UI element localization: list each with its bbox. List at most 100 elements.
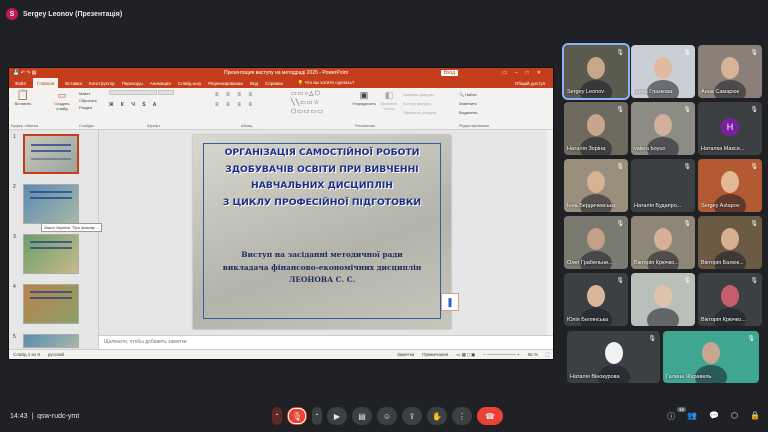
tab-file[interactable]: Файл [15, 81, 26, 86]
tab-transitions[interactable]: Переходы [122, 81, 143, 86]
zoom-slider[interactable]: – ───────── + [483, 352, 519, 357]
thumb-number: 5 [13, 334, 16, 340]
tab-insert[interactable]: Вставка [65, 81, 82, 86]
sign-in-button[interactable]: Вход [440, 70, 458, 76]
arrange-label: Упорядочить [352, 101, 376, 106]
select-button[interactable]: Выделить [459, 108, 477, 117]
group-clipboard: Буфер обмена [11, 123, 39, 128]
font-style-icons[interactable]: Ж К Ч S A [109, 102, 181, 108]
raise-hand-icon[interactable]: ✋ [427, 407, 447, 425]
quick-access-icons[interactable]: 💾 ↶ ↷ ▤ [13, 70, 37, 76]
slide-counter: Слайд 1 из 9 [13, 352, 40, 357]
participant-tile[interactable]: 🎙 Інна Бердичевська [564, 159, 628, 212]
captions-icon[interactable]: ▤ [352, 407, 372, 425]
mic-off-icon: 🎙 [616, 107, 624, 113]
shapes-gallery[interactable]: ▭▭○△⬡ ╲╲▭▭☆ ⬠▭▭▭▭ [291, 90, 347, 117]
tab-help[interactable]: Справка [265, 81, 283, 86]
status-bar: Слайд 1 из 9 русский Заметки Примечания … [9, 349, 553, 359]
new-slide-button[interactable]: ▭ Создать слайд [51, 90, 73, 111]
more-options-icon[interactable]: ⋮ [452, 407, 472, 425]
activities-icon[interactable]: ⬡ [731, 411, 738, 422]
tab-view[interactable]: Вид [250, 81, 258, 86]
tab-design[interactable]: Конструктор [89, 81, 115, 86]
zoom-level[interactable]: 65 % [528, 352, 538, 357]
bookmark-icon[interactable]: ❚ [441, 293, 459, 311]
shape-effects-button[interactable]: Эффекты фигуры [403, 108, 436, 117]
participant-tile[interactable]: 🎙 Ірина Глазкова [631, 45, 695, 98]
slide-subtitle-line: викладача фінансово-економічних дисциплі… [222, 262, 422, 272]
participant-name: Юлія Белянська [567, 317, 609, 323]
current-slide[interactable]: ОРГАНІЗАЦІЯ САМОСТІЙНОЇ РОБОТИ ЗДОБУВАЧІ… [193, 135, 451, 329]
comments-toggle[interactable]: Примечания [422, 352, 448, 357]
shape-outline-button[interactable]: Контур фигуры [403, 99, 436, 108]
share-button[interactable]: Общий доступ [515, 81, 545, 86]
participant-tile[interactable]: 🎙 Sergey Astapov [698, 159, 762, 212]
font-controls[interactable]: Ж К Ч S A [109, 90, 181, 108]
thumb-slide-2[interactable] [23, 184, 79, 224]
participant-tile[interactable]: 🎙 Олег Грабельни... [564, 216, 628, 269]
thumb-slide-4[interactable] [23, 284, 79, 324]
find-button[interactable]: 🔍 Найти [459, 90, 477, 99]
camera-options-chevron[interactable]: ⌃ [312, 407, 322, 425]
ribbon-home: 📋 Вставить ▭ Создать слайд Макет Сбросит… [9, 88, 553, 130]
slide-subtitle: Виступ на засіданні методичної ради викл… [193, 249, 451, 287]
thumb-slide-5[interactable] [23, 334, 79, 348]
tab-animation[interactable]: Анимация [150, 81, 171, 86]
reset-button[interactable]: Сбросить [79, 97, 97, 104]
mic-off-icon: 🎙 [683, 221, 691, 227]
window-controls[interactable]: ▭–□✕ [502, 70, 549, 76]
chat-icon[interactable]: 💬 [709, 411, 719, 422]
participant-tile[interactable]: 🎙 Анна Самарюк [698, 45, 762, 98]
section-button[interactable]: Раздел [79, 104, 97, 111]
mic-off-icon: 🎙 [616, 164, 624, 170]
vertical-scrollbar[interactable] [547, 130, 553, 335]
info-icon[interactable]: ⓘ [667, 411, 675, 422]
mic-muted-icon[interactable]: 🎙 [287, 407, 307, 425]
participant-tile[interactable]: 🎙 Наталія Зоріна [564, 102, 628, 155]
quick-styles-button[interactable]: ◧ Экспресс-стили [377, 90, 401, 111]
emoji-icon[interactable]: ☺ [377, 407, 397, 425]
group-paragraph: Абзац [241, 123, 253, 128]
participant-tile[interactable]: 🎙 Наталія Вінокурова [567, 331, 660, 383]
lock-icon[interactable]: 🔒 [750, 411, 760, 422]
arrange-button[interactable]: ▣ Упорядочить [349, 90, 379, 106]
tell-me-input[interactable]: 💡 Что вы хотите сделать? [298, 80, 355, 86]
slide-subtitle-line: ЛЕОНОВА С. С. [288, 275, 356, 284]
notes-pane[interactable]: Щелкните, чтобы добавить заметки [99, 335, 553, 349]
participant-tile[interactable]: 🎙 valera boyuo [631, 102, 695, 155]
view-buttons[interactable]: ▭ ▦ ▯ ▣ [456, 352, 475, 358]
mic-options-chevron[interactable]: ⌃ [272, 407, 282, 425]
participant-tile[interactable]: 🎙 Вікторія Крючко... [631, 216, 695, 269]
paragraph-icons[interactable]: ≡ ≡ ≡ ≡ ≡ ≡ ≡ ≡ [215, 90, 285, 110]
replace-button[interactable]: Заменить [459, 99, 477, 108]
tab-review[interactable]: Рецензирование [208, 81, 243, 86]
leave-call-icon[interactable]: ☎ [477, 407, 503, 425]
participant-tile[interactable]: 🎙 Вікторія Крючко... [698, 273, 762, 326]
font-name-select[interactable] [109, 90, 157, 95]
people-icon[interactable]: 👥 [687, 411, 697, 422]
present-icon[interactable]: ⇪ [402, 407, 422, 425]
participant-tile[interactable]: 🎙 Галина Журавель [663, 331, 759, 383]
presenter-bar: S Sergey Leonov (Презентація) [6, 6, 122, 22]
paste-button[interactable]: 📋 Вставить [13, 90, 33, 106]
participant-tile[interactable]: 🎙 Наталія Будапро... [631, 159, 695, 212]
slide-thumbnails[interactable]: 1 2 3 4 5 Закон України "Про фахову ... [9, 130, 103, 349]
participant-tile[interactable]: 🎙 [631, 273, 695, 326]
thumb-number: 3 [13, 234, 16, 240]
thumb-slide-1[interactable] [23, 134, 79, 174]
participant-name: Інна Бердичевська [567, 203, 616, 209]
tab-home[interactable]: Главная [33, 78, 59, 88]
thumb-slide-3[interactable] [23, 234, 79, 274]
font-size-select[interactable] [158, 90, 175, 95]
participant-name: Олег Грабельни... [567, 260, 613, 266]
notes-toggle[interactable]: Заметки [397, 352, 414, 357]
tab-slideshow[interactable]: Слайд-шоу [178, 81, 201, 86]
participant-tile[interactable]: 🎙 Юлія Белянська [564, 273, 628, 326]
participant-tile[interactable]: 🎙 Sergey Leonov [562, 43, 630, 100]
participant-tile[interactable]: H 🎙 Наталка Макси... [698, 102, 762, 155]
shape-fill-button[interactable]: Заливка фигуры [403, 90, 436, 99]
participant-tile[interactable]: 🎙 Вікторія Балюк... [698, 216, 762, 269]
fit-slide-icon[interactable]: ⛶ [546, 352, 549, 357]
layout-button[interactable]: Макет [79, 90, 97, 97]
camera-icon[interactable]: ▶ [327, 407, 347, 425]
